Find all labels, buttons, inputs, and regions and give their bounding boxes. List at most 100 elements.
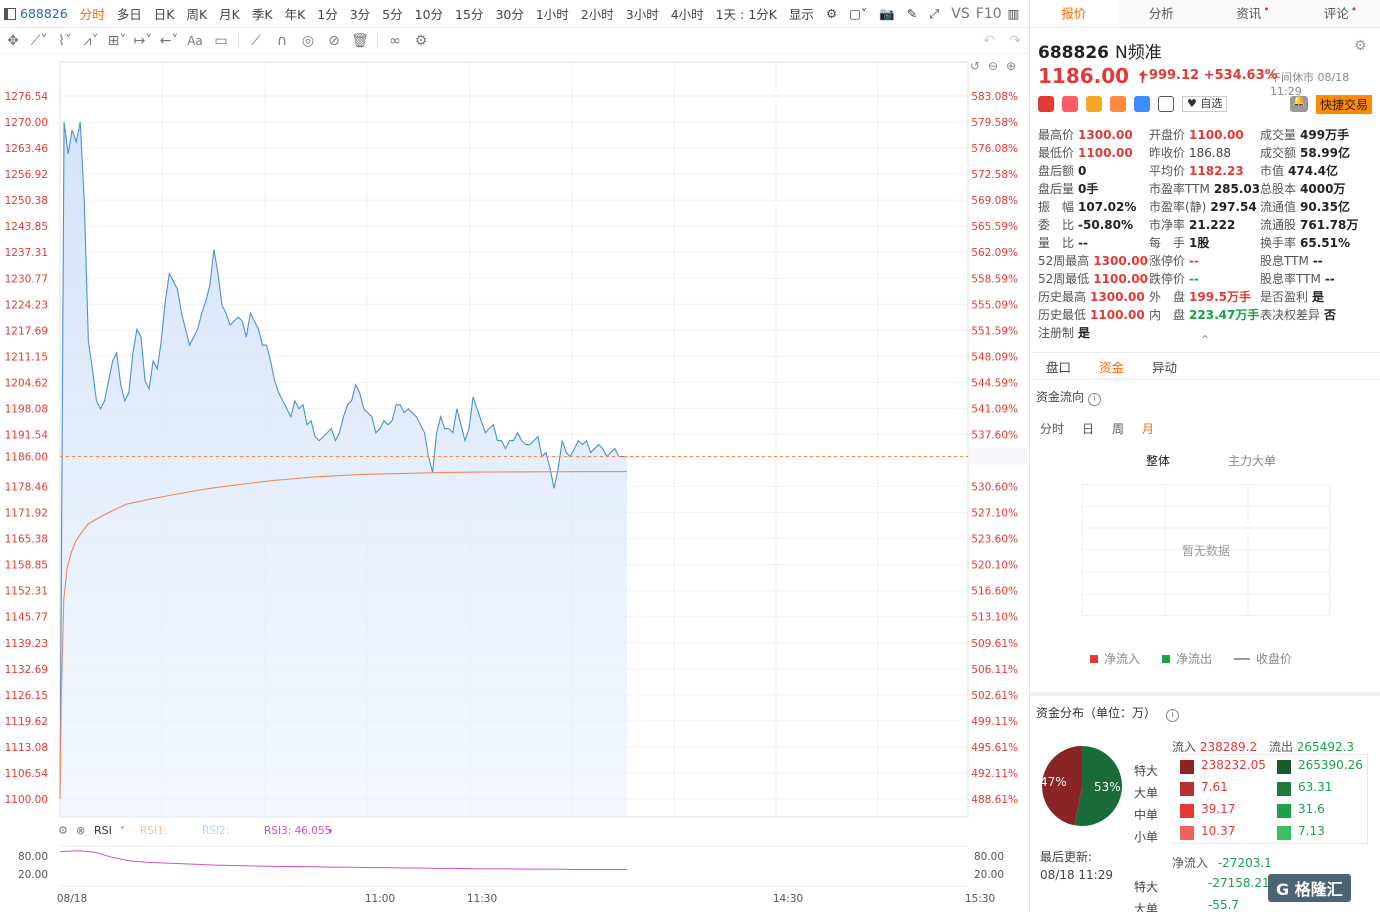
- period-tab[interactable]: 30分: [489, 4, 529, 23]
- quote-field: 盘后量 0手: [1038, 180, 1098, 197]
- margin-icon[interactable]: [1110, 96, 1126, 112]
- line-tool-icon[interactable]: ⟋˅: [26, 30, 52, 52]
- field-label: 盘后量: [1038, 182, 1075, 196]
- fib-tool-icon[interactable]: ⊞˅: [104, 30, 130, 52]
- detail-tab[interactable]: 资金: [1099, 357, 1124, 376]
- flow-period-tab[interactable]: 分时: [1040, 420, 1064, 437]
- quote-field: 换手率 65.51%: [1260, 234, 1350, 251]
- collapse-chevron-icon[interactable]: ⌃: [1200, 333, 1210, 347]
- bell-icon[interactable]: 🔔: [1290, 96, 1308, 112]
- quote-tab[interactable]: 资讯 •: [1205, 0, 1293, 27]
- info-icon[interactable]: i: [1087, 393, 1101, 406]
- f10-button[interactable]: F10: [976, 6, 1002, 22]
- camera-icon[interactable]: 📷: [873, 6, 901, 22]
- arrow-tool-icon[interactable]: ←˅: [156, 30, 182, 52]
- quote-tab-label: 分析: [1148, 6, 1174, 21]
- doc-icon[interactable]: [1158, 96, 1174, 112]
- detail-tab[interactable]: 盘口: [1046, 357, 1071, 376]
- flow-period-tab[interactable]: 日: [1082, 420, 1094, 437]
- field-value: 474.4亿: [1288, 164, 1338, 178]
- period-tab[interactable]: 2小时: [575, 4, 620, 23]
- period-tab[interactable]: 日K: [148, 4, 181, 23]
- redo-icon[interactable]: ↷: [1002, 30, 1028, 52]
- rsi3-dropdown-icon[interactable]: ▾: [328, 827, 333, 837]
- quote-field: 注册制是: [1038, 324, 1090, 341]
- coin-icon[interactable]: [1086, 96, 1102, 112]
- period-tab[interactable]: 多日: [111, 4, 148, 23]
- intraday-chart[interactable]: 1276.54 583.08% 1270.00 579.58% 1263.46 576.0…: [0, 54, 1028, 912]
- period-tab[interactable]: 年K: [279, 4, 312, 23]
- tab-main-force[interactable]: 主力大单: [1228, 452, 1276, 469]
- field-value: 1100.00: [1078, 146, 1133, 160]
- flow-period-tab[interactable]: 周: [1112, 420, 1124, 437]
- out-head: 流出: [1268, 740, 1293, 754]
- zoom-in-icon[interactable]: ⊕: [1006, 59, 1016, 73]
- wave-tool-icon[interactable]: ⩘˅: [78, 30, 104, 52]
- comment-tool-icon[interactable]: ▭: [208, 30, 234, 52]
- price-tick-label: 1119.62: [5, 716, 48, 728]
- dist-row-label: 小单: [1134, 830, 1159, 844]
- period-tab[interactable]: 周K: [180, 4, 213, 23]
- price-tick-label: 1178.46: [5, 482, 49, 494]
- quote-tab[interactable]: 分析: [1118, 0, 1206, 27]
- period-tab[interactable]: 季K: [246, 4, 279, 23]
- period-tab[interactable]: 15分: [449, 4, 489, 23]
- text-tool-icon[interactable]: Aa: [182, 30, 208, 52]
- price-tick-label: 1132.69: [5, 664, 48, 676]
- tab-overall[interactable]: 整体: [1146, 452, 1170, 469]
- hide-icon[interactable]: ⊘: [321, 30, 347, 52]
- undo-icon[interactable]: ↶: [976, 30, 1002, 52]
- eye-icon[interactable]: ◎: [295, 30, 321, 52]
- rsi-settings-icon[interactable]: ⚙: [58, 824, 68, 837]
- add-favorite-button[interactable]: ♥ 自选: [1182, 96, 1228, 112]
- rsi-select[interactable]: RSI: [94, 824, 112, 837]
- period-tab[interactable]: 显示: [783, 4, 820, 23]
- zoom-out-icon[interactable]: ⊖: [988, 59, 998, 73]
- detail-tab[interactable]: 异动: [1152, 357, 1177, 376]
- header-settings-icon[interactable]: ⚙: [1354, 38, 1367, 54]
- quote-field: 股息率TTM --: [1260, 270, 1335, 287]
- quote-field: 量 比 --: [1038, 234, 1088, 251]
- eraser-icon[interactable]: ⟋: [243, 30, 269, 52]
- link-icon[interactable]: ∞: [382, 30, 408, 52]
- range-tool-icon[interactable]: ↦˅: [130, 30, 156, 52]
- flow-period-tab[interactable]: 月: [1142, 420, 1154, 437]
- panel-toggle-icon[interactable]: ▥: [1002, 6, 1026, 21]
- stock-code-link[interactable]: 688826: [16, 6, 74, 21]
- quote-field: 市净率 21.222: [1149, 216, 1235, 233]
- star-market-icon[interactable]: [1062, 96, 1078, 112]
- period-tab[interactable]: 1分: [311, 4, 343, 23]
- layout-select-icon[interactable]: ▢˅: [843, 6, 873, 21]
- period-tab[interactable]: 1天 : 1分K: [710, 4, 783, 23]
- quote-tab[interactable]: 评论 •: [1293, 0, 1380, 27]
- quick-trade-button[interactable]: 快捷交易: [1316, 95, 1373, 114]
- period-tab[interactable]: 4小时: [665, 4, 710, 23]
- magnet-icon[interactable]: ∩: [269, 30, 295, 52]
- settings-gear-icon[interactable]: ⚙: [820, 6, 843, 21]
- sidebar-toggle-icon[interactable]: [4, 7, 16, 20]
- field-value: 107.02%: [1078, 200, 1137, 214]
- pencil-icon[interactable]: ✎: [901, 6, 923, 21]
- dist-info-icon[interactable]: i: [1165, 709, 1179, 722]
- vs-button[interactable]: VS: [945, 6, 975, 22]
- fullscreen-icon[interactable]: ⤢: [923, 6, 945, 22]
- tag-icon[interactable]: [1134, 96, 1150, 112]
- period-tab[interactable]: 分时: [74, 4, 111, 23]
- reset-icon[interactable]: ↺: [970, 59, 980, 73]
- quote-field: 涨停价 --: [1149, 252, 1199, 269]
- trash-icon[interactable]: 🗑: [347, 30, 373, 52]
- period-tab[interactable]: 5分: [376, 4, 408, 23]
- rsi-dropdown-icon[interactable]: ˅: [120, 825, 125, 837]
- field-label: 成交额: [1260, 146, 1297, 160]
- rsi-close-icon[interactable]: ⊗: [76, 824, 85, 837]
- tool-settings-icon[interactable]: ⚙: [408, 30, 434, 52]
- polyline-tool-icon[interactable]: ⌇˅: [52, 30, 78, 52]
- move-icon[interactable]: ✥: [0, 30, 26, 52]
- period-tab[interactable]: 月K: [213, 4, 246, 23]
- period-tab[interactable]: 1小时: [530, 4, 575, 23]
- period-tab[interactable]: 3小时: [620, 4, 665, 23]
- period-tab[interactable]: 3分: [344, 4, 376, 23]
- quote-tab[interactable]: 报价: [1030, 0, 1118, 27]
- field-label: 外 盘: [1149, 290, 1186, 304]
- period-tab[interactable]: 10分: [409, 4, 449, 23]
